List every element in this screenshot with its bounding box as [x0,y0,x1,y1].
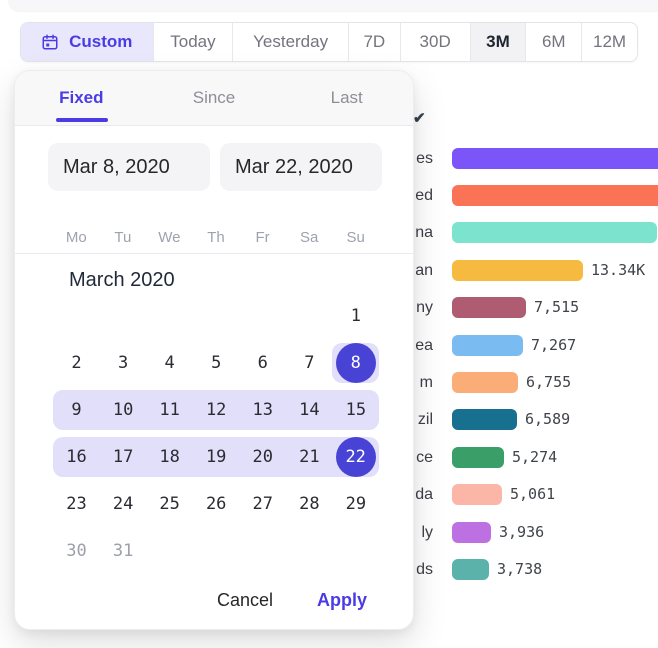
weekday-label: We [146,227,193,249]
range-7d-button[interactable]: 7D [348,23,400,61]
country-bar [452,522,491,543]
day-14[interactable]: 14 [286,390,333,430]
date-picker-popover: Fixed Since Last Mar 8, 2020 Mar 22, 202… [14,70,414,630]
day-2[interactable]: 2 [53,343,100,383]
popover-footer: Cancel Apply [15,585,413,615]
weekday-label: Su [332,227,379,249]
day-25[interactable]: 25 [146,484,193,524]
day-19[interactable]: 19 [193,437,240,477]
tab-since[interactable]: Since [148,71,281,125]
country-bar [452,335,523,356]
bar-value: 3,738 [497,559,542,580]
day-23[interactable]: 23 [53,484,100,524]
active-tab-underline [56,118,108,122]
day-12[interactable]: 12 [193,390,240,430]
calendar-grid: 1234567891011121314151617181920212223242… [15,293,413,575]
range-today-button[interactable]: Today [153,23,233,61]
range-12m-button[interactable]: 12M [581,23,637,61]
day-15[interactable]: 15 [332,390,379,430]
day-27[interactable]: 27 [239,484,286,524]
start-date-field[interactable]: Mar 8, 2020 [48,143,210,191]
day-21[interactable]: 21 [286,437,333,477]
country-bar [452,559,489,580]
bar-value: 5,274 [512,447,557,468]
weekday-label: Th [193,227,240,249]
day-30[interactable]: 30 [53,531,100,571]
day-11[interactable]: 11 [146,390,193,430]
country-bar [452,372,518,393]
bar-value: 13.34K [591,260,645,281]
divider [15,253,413,254]
check-icon: ✔ [413,109,426,127]
range-custom-button[interactable]: Custom [21,23,153,61]
bar-value: 7,267 [531,335,576,356]
weekday-label: Sa [286,227,333,249]
range-6m-button[interactable]: 6M [525,23,581,61]
day-17[interactable]: 17 [100,437,147,477]
day-16[interactable]: 16 [53,437,100,477]
country-bar [452,447,504,468]
bar-value: 6,755 [526,372,571,393]
tab-fixed[interactable]: Fixed [15,71,148,125]
bar-value: 6,589 [525,409,570,430]
calendar-week-row: 16171819202122 [15,434,413,481]
day-13[interactable]: 13 [239,390,286,430]
bar-value: 7,515 [534,297,579,318]
end-date-field[interactable]: Mar 22, 2020 [220,143,382,191]
day-9[interactable]: 9 [53,390,100,430]
country-bar [452,148,658,169]
day-4[interactable]: 4 [146,343,193,383]
day-8[interactable]: 8 [336,343,376,383]
month-title: March 2020 [69,267,175,293]
country-bar [452,222,657,243]
day-6[interactable]: 6 [239,343,286,383]
weekday-label: Mo [53,227,100,249]
day-10[interactable]: 10 [100,390,147,430]
date-range-toolbar: Custom TodayYesterday7D30D3M6M12M [20,22,638,62]
calendar-week-row: 1 [15,293,413,340]
range-30d-button[interactable]: 30D [400,23,470,61]
day-31[interactable]: 31 [100,531,147,571]
day-20[interactable]: 20 [239,437,286,477]
calendar-week-row: 9101112131415 [15,387,413,434]
country-bar [452,185,658,206]
weekday-header: MoTuWeThFrSaSu [53,227,379,249]
day-24[interactable]: 24 [100,484,147,524]
country-bar [452,297,526,318]
calendar-week-row: 3031 [15,528,413,575]
weekday-label: Fr [239,227,286,249]
range-yesterday-button[interactable]: Yesterday [232,23,348,61]
day-1[interactable]: 1 [332,296,379,336]
tab-last[interactable]: Last [280,71,413,125]
calendar-icon [41,33,59,51]
date-inputs: Mar 8, 2020 Mar 22, 2020 [48,143,382,191]
cancel-button[interactable]: Cancel [217,590,273,611]
country-bar [452,260,583,281]
day-26[interactable]: 26 [193,484,240,524]
country-bar [452,484,502,505]
day-28[interactable]: 28 [286,484,333,524]
weekday-label: Tu [100,227,147,249]
day-29[interactable]: 29 [332,484,379,524]
popover-tabs: Fixed Since Last [15,71,413,126]
bar-value: 3,936 [499,522,544,543]
calendar-week-row: 2345678 [15,340,413,387]
bar-value: 5,061 [510,484,555,505]
calendar-week-row: 23242526272829 [15,481,413,528]
day-22[interactable]: 22 [336,437,376,477]
range-custom-label: Custom [69,32,132,52]
country-bar [452,409,517,430]
apply-button[interactable]: Apply [317,590,367,611]
day-5[interactable]: 5 [193,343,240,383]
range-3m-button[interactable]: 3M [470,23,526,61]
day-3[interactable]: 3 [100,343,147,383]
day-7[interactable]: 7 [286,343,333,383]
day-18[interactable]: 18 [146,437,193,477]
